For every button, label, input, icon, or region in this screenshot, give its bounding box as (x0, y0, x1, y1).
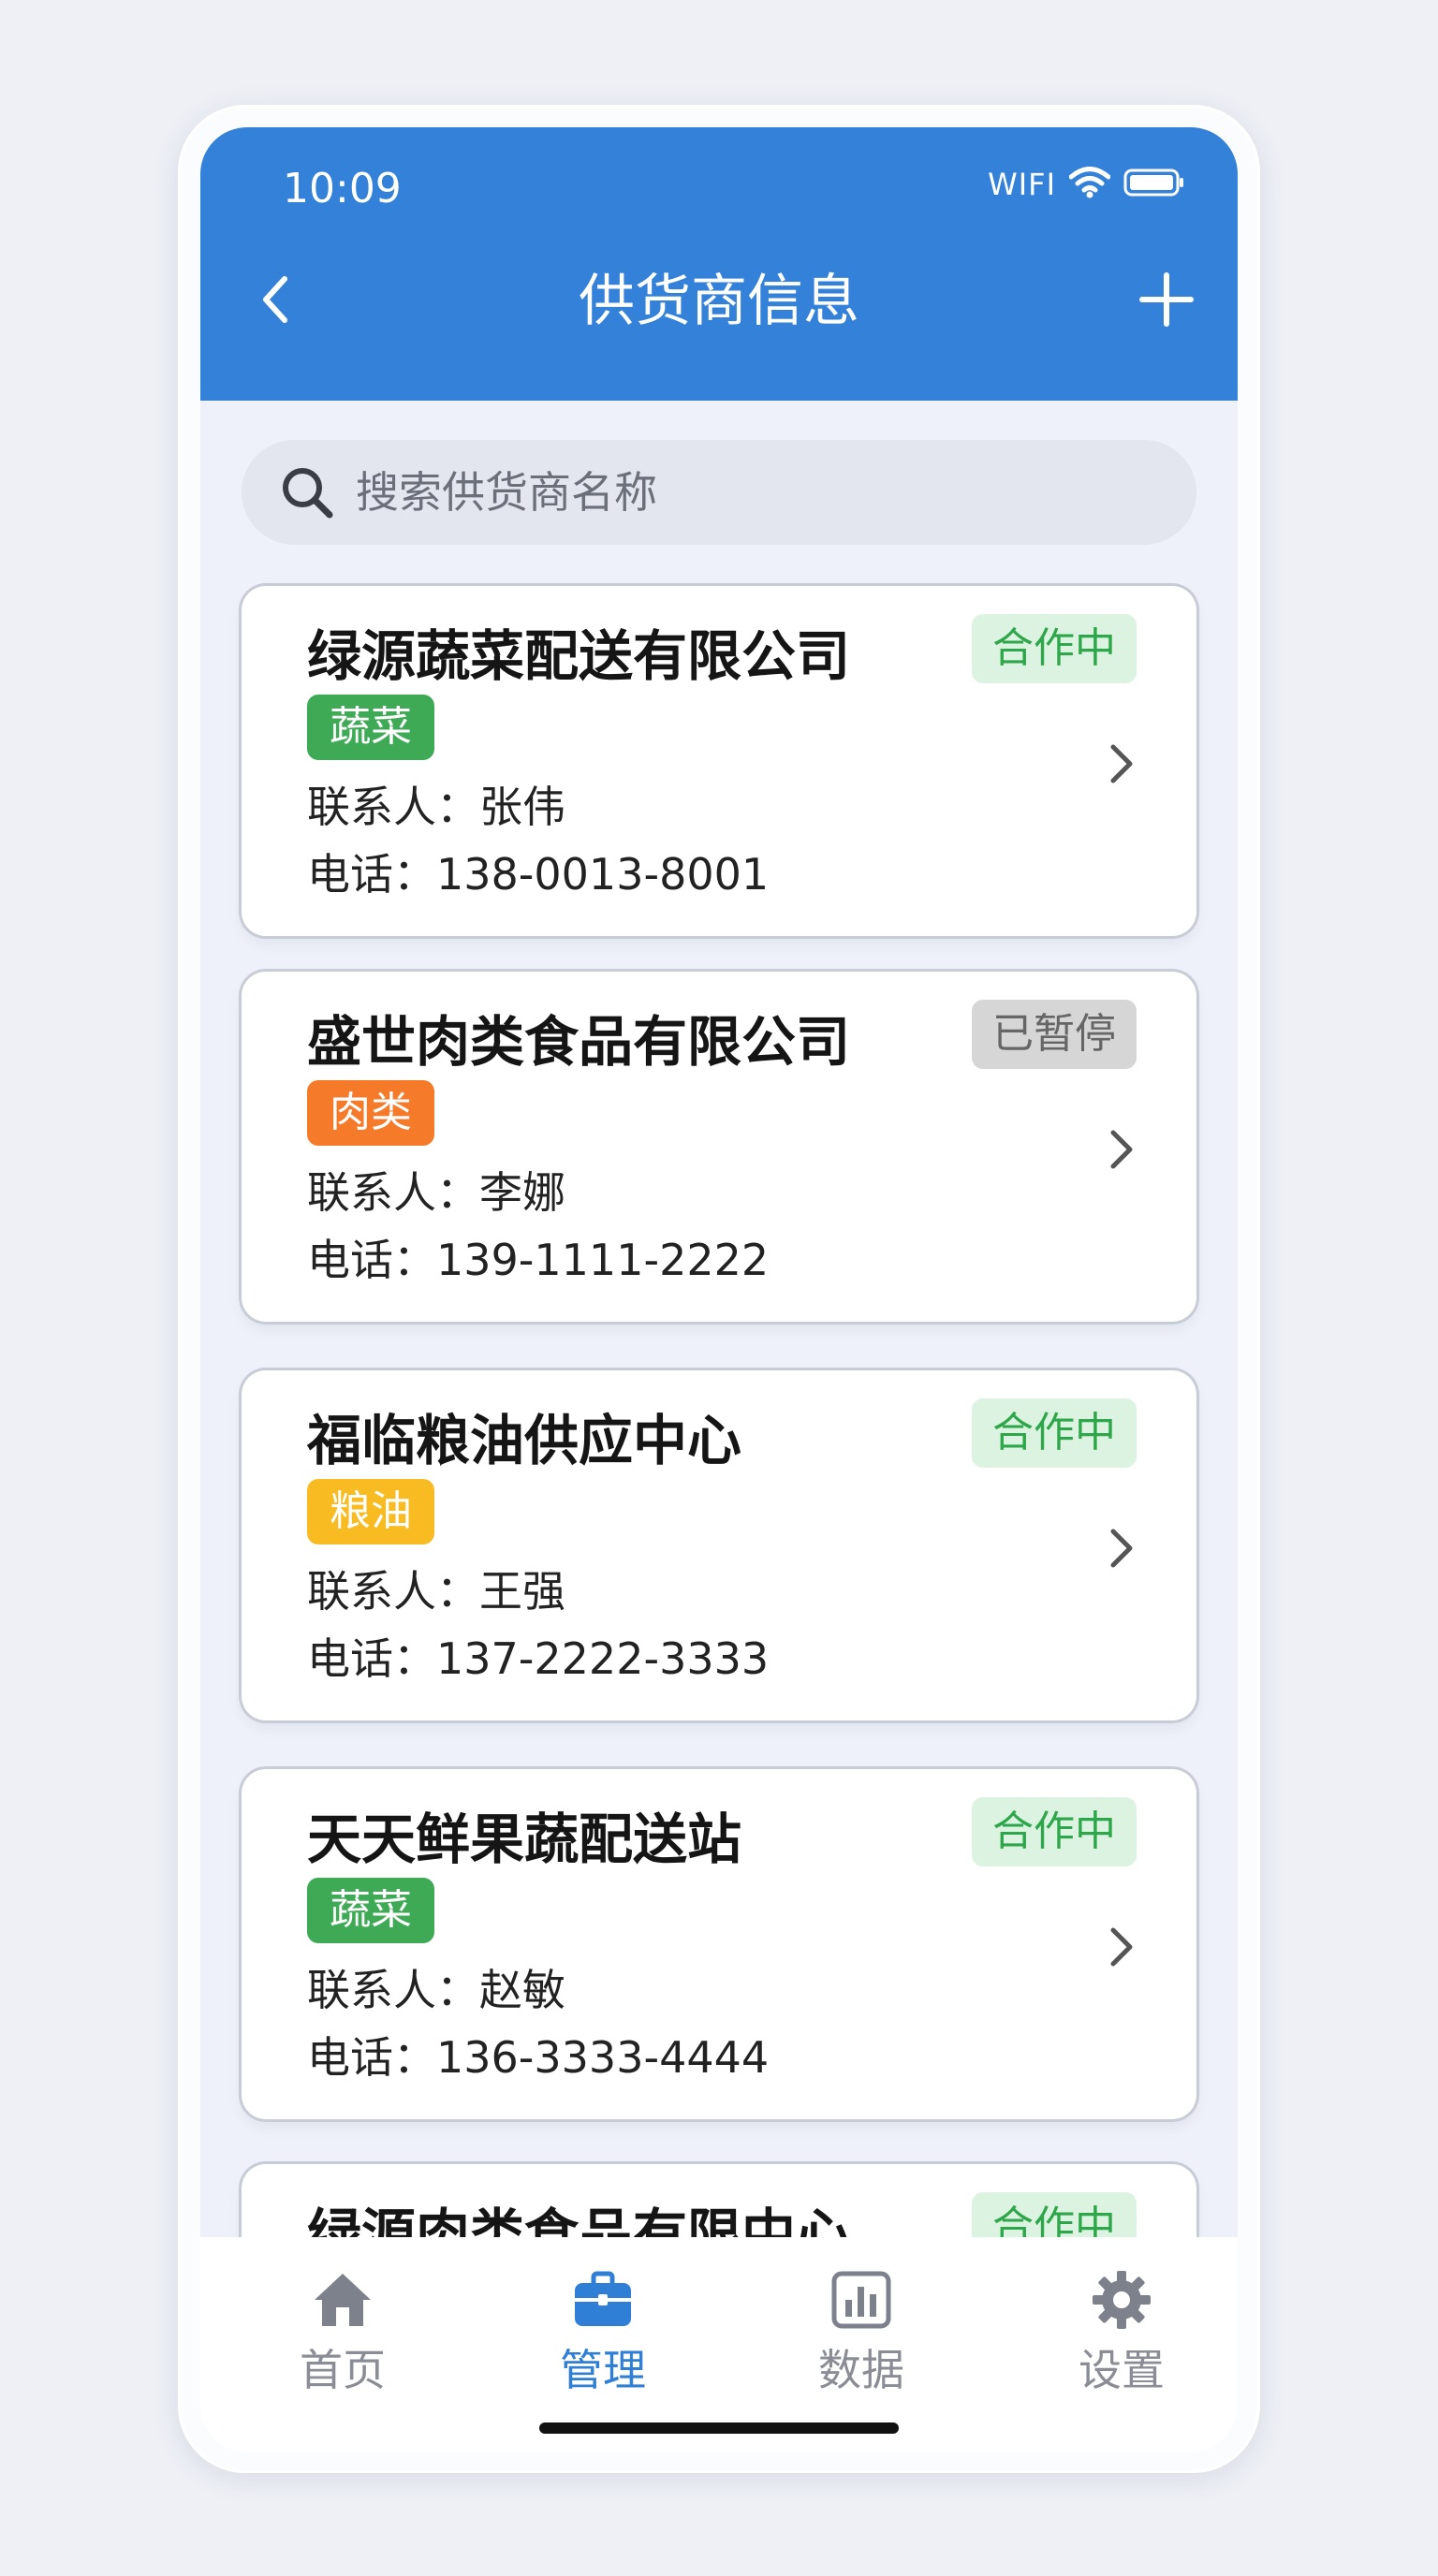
tab-label: 首页 (300, 2345, 386, 2395)
chevron-right-icon (1099, 1919, 1144, 1975)
search-icon (277, 462, 337, 522)
home-icon (310, 2267, 375, 2333)
contact-person: 联系人：王强 (307, 1566, 565, 1617)
supplier-card[interactable]: 天天鲜果蔬配送站 合作中 蔬菜 联系人：赵敏 电话：136-3333-4444 (242, 1769, 1196, 2119)
chevron-right-icon (1099, 736, 1144, 792)
contact-person: 联系人：李娜 (307, 1167, 565, 1218)
status-indicators: WIFI (988, 167, 1185, 202)
add-supplier-button[interactable] (1129, 264, 1204, 339)
tab-manage[interactable]: 管理 (509, 2267, 697, 2398)
home-indicator (539, 2422, 899, 2434)
status-badge: 合作中 (972, 1398, 1137, 1468)
status-badge: 合作中 (972, 614, 1137, 683)
category-tag: 蔬菜 (307, 1878, 434, 1943)
supplier-name: 天天鲜果蔬配送站 (307, 1808, 742, 1871)
status-badge: 已暂停 (972, 1000, 1137, 1069)
tab-label: 设置 (1078, 2345, 1165, 2395)
status-time: 10:09 (283, 165, 402, 212)
page-title: 供货商信息 (579, 269, 859, 334)
tab-home[interactable]: 首页 (249, 2267, 436, 2398)
supplier-card[interactable]: 福临粮油供应中心 合作中 粮油 联系人：王强 电话：137-2222-3333 (242, 1370, 1196, 1720)
phone-number: 电话：139-1111-2222 (307, 1235, 770, 1285)
supplier-name: 盛世肉类食品有限公司 (307, 1010, 851, 1074)
network-label: WIFI (988, 167, 1056, 202)
tab-data[interactable]: 数据 (768, 2267, 955, 2398)
status-badge: 合作中 (972, 1797, 1137, 1866)
category-tag: 粮油 (307, 1479, 434, 1544)
phone-number: 电话：136-3333-4444 (307, 2032, 770, 2083)
supplier-card[interactable]: 绿源蔬菜配送有限公司 合作中 蔬菜 联系人：张伟 电话：138-0013-800… (242, 586, 1196, 936)
chevron-right-icon (1099, 1121, 1144, 1178)
app-header: 10:09 WIFI 供货商信息 (200, 127, 1238, 401)
briefcase-icon (570, 2267, 636, 2333)
contact-person: 联系人：张伟 (307, 782, 565, 832)
wifi-icon (1068, 167, 1111, 202)
phone-number: 电话：137-2222-3333 (307, 1633, 770, 1684)
search-bar[interactable] (242, 440, 1196, 545)
tab-settings[interactable]: 设置 (1028, 2267, 1215, 2398)
supplier-name: 福临粮油供应中心 (307, 1409, 742, 1472)
gear-icon (1089, 2267, 1154, 2333)
battery-icon (1123, 168, 1185, 201)
category-tag: 蔬菜 (307, 695, 434, 760)
supplier-card[interactable]: 盛世肉类食品有限公司 已暂停 肉类 联系人：李娜 电话：139-1111-222… (242, 972, 1196, 1322)
chevron-right-icon (1099, 1520, 1144, 1576)
supplier-name: 绿源蔬菜配送有限公司 (307, 624, 851, 688)
contact-person: 联系人：赵敏 (307, 1965, 565, 2015)
bottom-tab-bar: 首页 管理 数据 设置 (200, 2237, 1238, 2452)
search-input[interactable] (354, 466, 1107, 519)
tab-label: 管理 (560, 2345, 646, 2395)
plus-icon (1138, 271, 1195, 331)
phone-number: 电话：138-0013-8001 (307, 849, 770, 900)
app-screen: 10:09 WIFI 供货商信息 搜索供货商名称 绿源蔬菜配送有限公司 合作中 … (200, 127, 1238, 2452)
chart-icon (829, 2267, 894, 2333)
category-tag: 肉类 (307, 1080, 434, 1146)
tab-label: 数据 (818, 2345, 904, 2395)
